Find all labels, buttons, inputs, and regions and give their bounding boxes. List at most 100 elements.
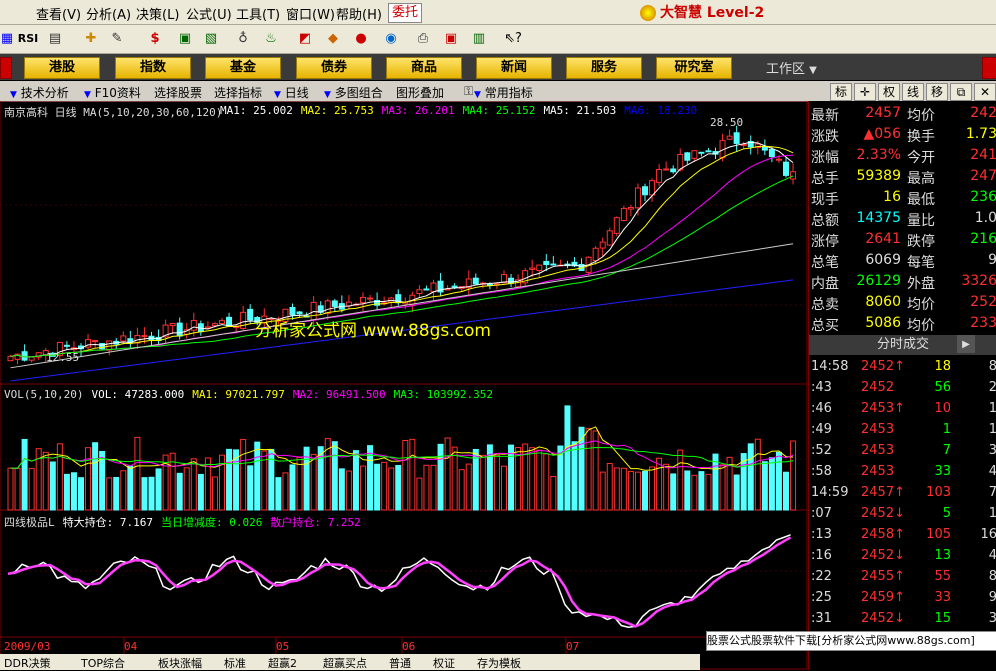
volume-bar [282,472,289,511]
volume-bar [190,458,197,511]
swirl-icon[interactable]: ◉ [380,28,402,50]
func-technical[interactable]: ▼ 技术分析 [10,84,69,101]
volume-bar [113,476,120,511]
candle-body [663,168,670,171]
menu-help[interactable]: 帮助(H) [336,4,382,23]
quote-label: 总买 [811,318,839,334]
volume-bar [289,464,296,511]
ruler-icon[interactable]: ✎ [106,28,128,50]
bottom-tab[interactable]: 权证 [433,655,455,671]
func-daily[interactable]: ▼ 日线 [274,84,309,101]
quote-label: 总卖 [811,297,839,313]
printer-icon[interactable]: ⎙ [412,28,434,50]
grid-icon[interactable]: ▦ [0,28,14,50]
candle-body [768,148,775,158]
bottom-tab[interactable]: 超赢2 [268,655,297,671]
nav-button-hk[interactable]: 港股 [24,57,100,79]
alarm-icon[interactable]: ♨ [260,28,282,50]
func-select-indicator[interactable]: 选择指标 [214,84,262,101]
menu-analysis[interactable]: 分析(A) [86,4,131,23]
trade-volume: 55 [934,569,951,584]
entrust-button[interactable]: 委托 [388,3,423,23]
quote-value: 216 [970,231,996,247]
trade-volume: 103 [926,485,951,500]
tab-standard[interactable]: 标 [830,83,852,101]
candle-body [472,277,479,285]
bottom-tab[interactable]: TOP综合 [81,655,125,671]
nav-button-service[interactable]: 服务 [566,57,642,79]
books-icon[interactable]: ▥ [468,28,490,50]
workarea-label[interactable]: 工作区 ▼ [766,58,817,77]
quote-row: 涨跌 ▲056 换手 1.73 [811,126,996,147]
func-daily-label: 日线 [284,86,309,100]
tab-copy[interactable]: ⧉ [950,83,972,101]
volume-bar [416,477,423,511]
menu-file[interactable] [0,4,4,19]
quote-value: 16 [883,189,901,205]
quote-row: 最新 2457 均价 242 [811,105,996,126]
nav-button-commodity[interactable]: 商品 [386,57,462,79]
volume-bar [226,448,233,511]
nav-button-research[interactable]: 研究室 [656,57,732,79]
tab-move[interactable]: 移 [926,83,948,101]
func-select-stock[interactable]: 选择股票 [154,84,202,101]
chart-area[interactable]: 南京高科 日线 MA(5,10,20,30,60,120) MA1: 25.00… [0,101,808,670]
func-overlay[interactable]: 图形叠加 [396,84,444,101]
lock-icon[interactable]: ⚿ [464,84,473,99]
volume-bar [620,467,627,511]
rsi-icon[interactable]: RSI [16,28,40,50]
bottom-tab[interactable]: 板块涨幅 [158,655,202,671]
nav-button-fund[interactable]: 基金 [205,57,281,79]
tab-rights[interactable]: 权 [878,83,900,101]
bottom-tab[interactable]: 存为模板 [477,655,521,671]
volume-bar [493,454,500,511]
quote-label: 总笔 [811,255,839,271]
tab-line[interactable]: 线 [902,83,924,101]
volume-bar [649,466,656,511]
menu-formula[interactable]: 公式(U) [186,4,232,23]
diamond-icon[interactable]: ◆ [322,28,344,50]
binoculars-icon[interactable]: ♁ [232,28,254,50]
bottom-tab[interactable]: DDR决策 [4,655,51,671]
footer-ad[interactable]: 股票公式股票软件下载[分析家公式网www.88gs.com] [706,631,996,651]
help-pointer-icon[interactable]: ⇖? [502,28,524,50]
tape-icon[interactable]: ▣ [174,28,196,50]
trade-time: :22 [811,569,832,584]
bottom-tab[interactable]: 标准 [224,655,246,671]
menu-window[interactable]: 窗口(W) [286,4,335,23]
volume-ma-line [10,426,794,471]
volume-bar [296,457,303,511]
tab-close[interactable]: ✕ [974,83,996,101]
stock-title-text: 南京高科 日线 [4,106,77,119]
func-f10[interactable]: ▼ F10资料 [84,84,141,101]
trade-volume: 7 [942,443,951,458]
menu-view[interactable]: 查看(V) [36,4,81,23]
crosshair-icon[interactable]: ✚ [80,28,102,50]
candle-body [226,316,233,327]
volume-bar [78,477,84,511]
bottom-tab[interactable]: 超赢买点 [323,655,367,671]
record-icon[interactable]: ● [350,28,372,50]
tab-crosshair[interactable]: ✛ [854,83,876,101]
compare-icon[interactable]: ▧ [200,28,222,50]
nav-button-index[interactable]: 指数 [115,57,191,79]
nav-button-news[interactable]: 新闻 [476,57,552,79]
nav-right-edge[interactable] [982,57,996,79]
quote-label: 最新 [811,108,839,124]
candle-body [550,263,557,266]
candle-body [649,180,656,196]
menu-tools[interactable]: 工具(T) [236,4,280,23]
func-common[interactable]: ▼ 常用指标 [474,84,533,101]
window-icon[interactable]: ▣ [440,28,462,50]
func-multi[interactable]: ▼ 多图组合 [324,84,383,101]
nav-left-edge[interactable] [0,57,12,79]
volume-bar [99,450,106,511]
trade-volume: 33 [934,590,951,605]
dollar-icon[interactable]: $ [144,28,166,50]
table-icon[interactable]: ▤ [44,28,66,50]
bottom-tab[interactable]: 普通 [389,655,411,671]
flag-icon[interactable]: ◩ [294,28,316,50]
next-arrow-icon[interactable]: ▶ [957,335,975,353]
menu-decision[interactable]: 决策(L) [136,4,179,23]
nav-button-bond[interactable]: 债券 [296,57,372,79]
